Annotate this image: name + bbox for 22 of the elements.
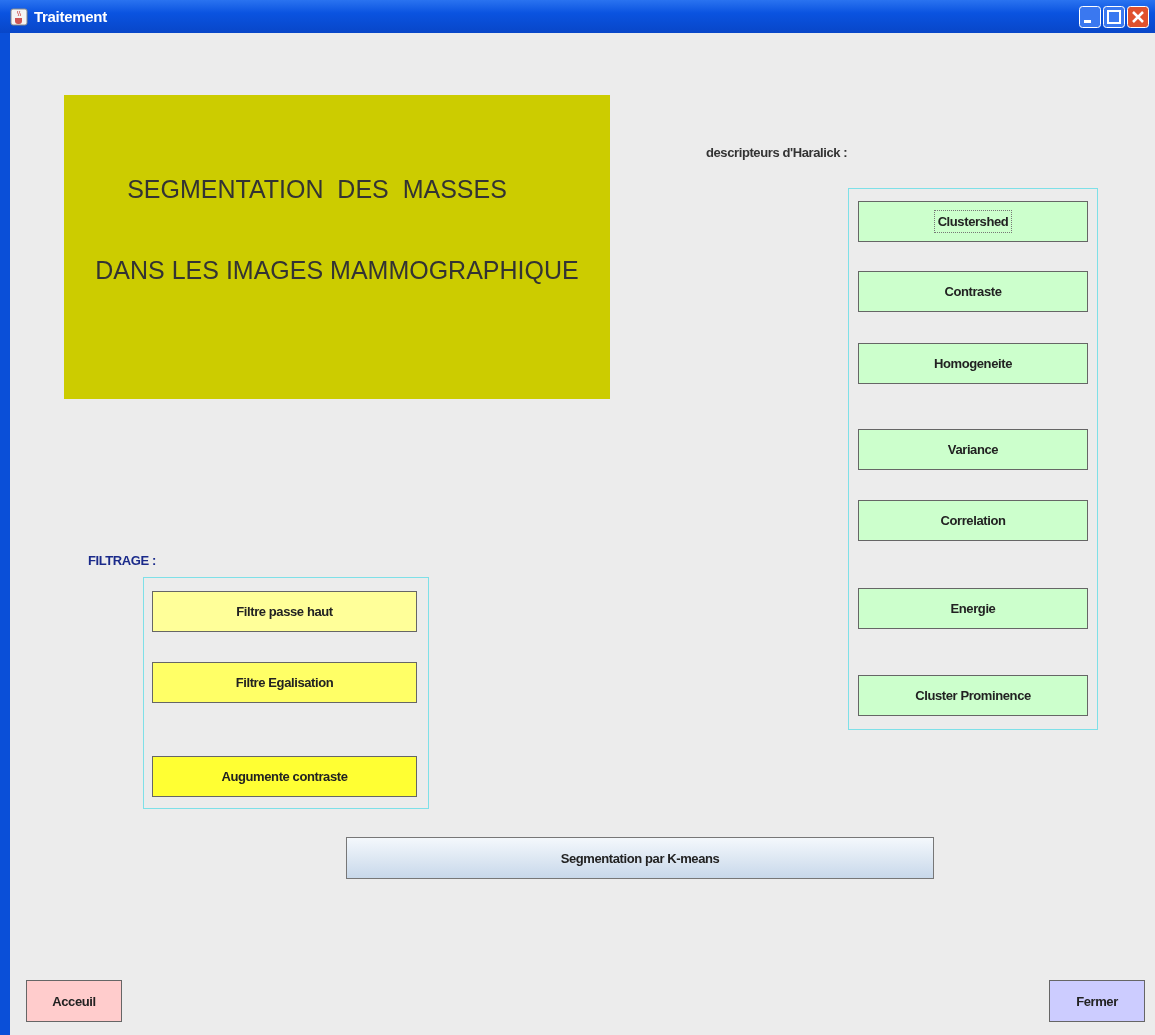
banner-text: DANS LES IMAGES MAMMOGRAPHIQUE: [95, 256, 579, 285]
descriptor-button[interactable]: Contraste: [858, 271, 1088, 312]
close-button[interactable]: [1127, 5, 1149, 28]
home-button[interactable]: Acceuil: [26, 980, 122, 1022]
window-title: Traitement: [34, 8, 107, 25]
descriptor-button[interactable]: Clustershed: [858, 201, 1088, 242]
descriptor-button[interactable]: Energie: [858, 588, 1088, 629]
descriptor-button[interactable]: Variance: [858, 429, 1088, 470]
filter-button[interactable]: Augumente contraste: [152, 756, 417, 797]
section-label: descripteurs d'Haralick :: [706, 145, 848, 160]
maximize-button[interactable]: [1103, 5, 1125, 28]
cup-icon: [10, 7, 28, 26]
segmentation-button[interactable]: Segmentation par K-means: [346, 837, 934, 879]
minimize-button[interactable]: [1079, 5, 1101, 28]
section-label: FILTRAGE :: [88, 553, 156, 568]
banner-text: SEGMENTATION DES MASSES: [127, 175, 507, 204]
filter-button[interactable]: Filtre passe haut: [152, 591, 417, 632]
descriptor-button[interactable]: Cluster Prominence: [858, 675, 1088, 716]
descriptor-button[interactable]: Homogeneite: [858, 343, 1088, 384]
close-window-button[interactable]: Fermer: [1049, 980, 1145, 1022]
filter-button[interactable]: Filtre Egalisation: [152, 662, 417, 703]
descriptor-button[interactable]: Correlation: [858, 500, 1088, 541]
